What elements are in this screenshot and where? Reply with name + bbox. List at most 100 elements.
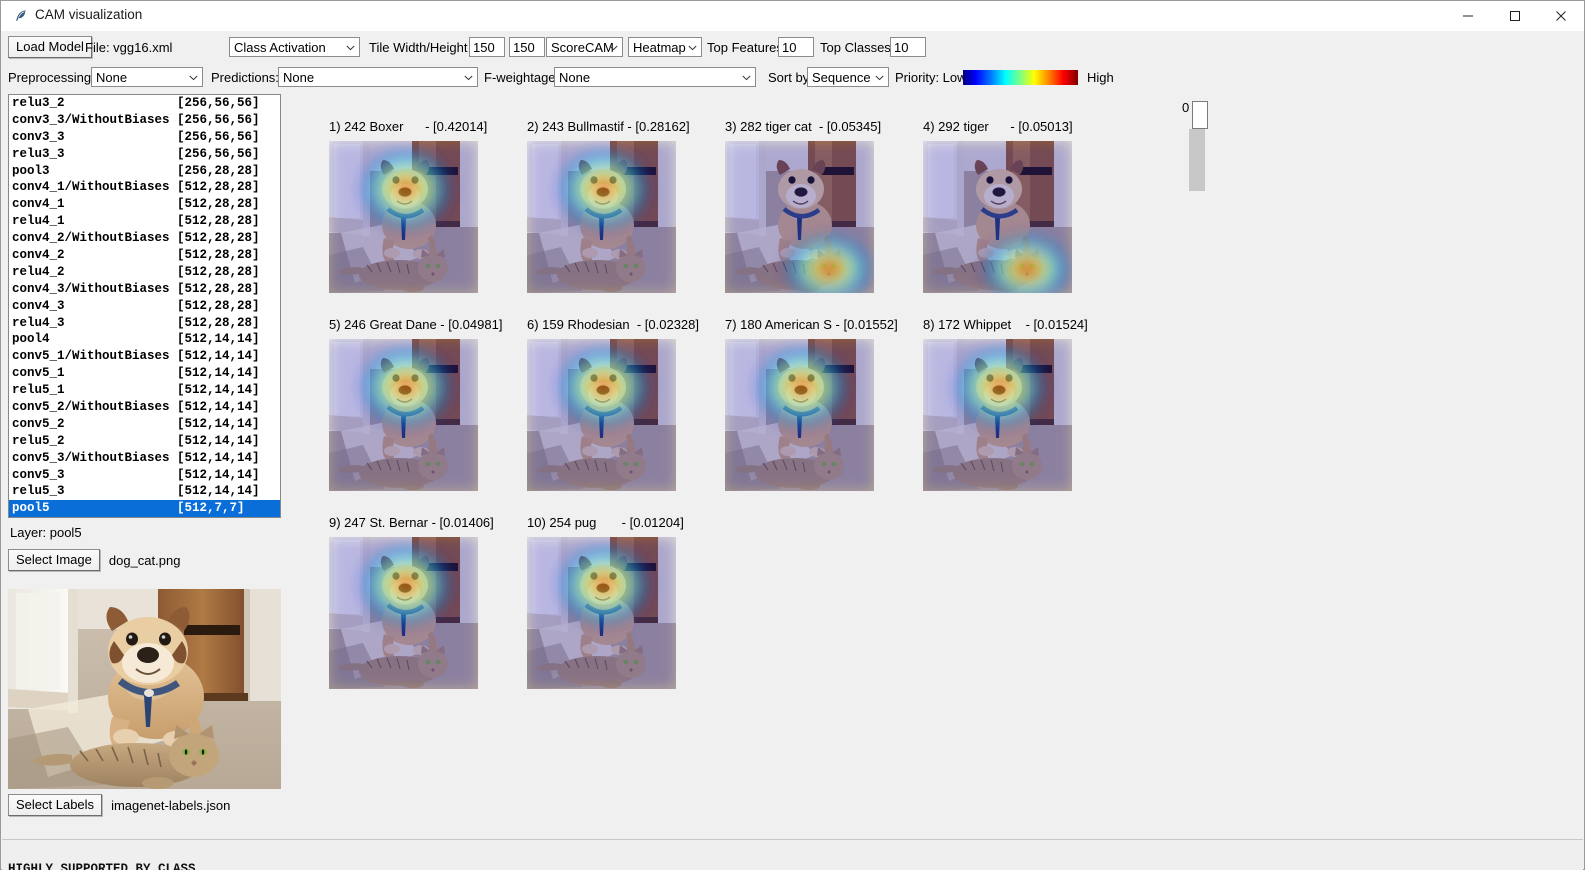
select-labels-button[interactable]: Select Labels [8, 794, 103, 816]
load-model-button[interactable]: Load Model [8, 36, 92, 58]
layer-shape: [512,14,14] [177, 467, 260, 482]
layer-list-item[interactable]: conv5_2/WithoutBiases [512,14,14] [9, 399, 280, 416]
algorithm-select[interactable]: ScoreCAM [546, 37, 623, 57]
model-file-label: File: vgg16.xml [85, 39, 173, 55]
page-spinner-value: 0 [1182, 100, 1190, 115]
top-features-input[interactable]: 10 [778, 37, 814, 57]
cam-result-caption: 9) 247 St. Bernar - [0.01406] [329, 515, 494, 530]
layer-list-item[interactable]: conv5_2 [512,14,14] [9, 416, 280, 433]
page-spinner[interactable]: 0 [1182, 100, 1209, 129]
layer-shape: [512,14,14] [177, 332, 260, 347]
top-classes-input[interactable]: 10 [890, 37, 926, 57]
top-classes-label: Top Classes [820, 39, 891, 55]
page-spinner-buttons[interactable] [1192, 101, 1209, 129]
tile-height-input[interactable]: 150 [509, 37, 545, 57]
layer-list-item[interactable]: pool3 [256,28,28] [9, 163, 280, 180]
layer-list-item[interactable]: relu5_2 [512,14,14] [9, 433, 280, 450]
layer-spacer [170, 230, 178, 247]
layer-name: pool3 [12, 163, 50, 178]
cam-result-thumbnail[interactable] [923, 141, 1072, 293]
layer-spacer [170, 450, 178, 467]
fweightage-value: None [559, 70, 591, 85]
chevron-down-icon [609, 38, 618, 56]
layer-list-item[interactable]: conv4_3/WithoutBiases [512,28,28] [9, 281, 280, 298]
cam-mode-value: Class Activation [234, 40, 326, 55]
layer-shape: [256,28,28] [177, 163, 260, 178]
layer-list-item[interactable]: conv4_2/WithoutBiases [512,28,28] [9, 230, 280, 247]
layer-list-item[interactable]: conv3_3/WithoutBiases [256,56,56] [9, 112, 280, 129]
chevron-down-icon [346, 38, 355, 56]
layer-list-item[interactable]: conv5_3/WithoutBiases [512,14,14] [9, 450, 280, 467]
layer-list-item[interactable]: conv5_1 [512,14,14] [9, 365, 280, 382]
bottom-strip: HIGHLY_SUPPORTED_BY_CLASS [2, 839, 1583, 870]
priority-gradient-bar [963, 69, 1078, 85]
layer-list-item[interactable]: conv4_2 [512,28,28] [9, 247, 280, 264]
layer-list-item[interactable]: relu4_3 [512,28,28] [9, 315, 280, 332]
display-mode-select[interactable]: Heatmap [628, 37, 702, 57]
source-image-preview[interactable] [8, 589, 281, 789]
layer-spacer [65, 146, 178, 163]
layer-list-item[interactable]: relu4_2 [512,28,28] [9, 264, 280, 281]
layer-list-item[interactable]: relu5_1 [512,14,14] [9, 382, 280, 399]
sort-by-value: Sequence [812, 70, 871, 85]
layer-name: relu4_2 [12, 264, 65, 279]
cam-result-thumbnail[interactable] [923, 339, 1072, 491]
layer-list-item[interactable]: conv3_3 [256,56,56] [9, 129, 280, 146]
layer-list-item[interactable]: relu3_2 [256,56,56] [9, 95, 280, 112]
selected-labels-name: imagenet-labels.json [111, 797, 231, 813]
cam-mode-select[interactable]: Class Activation [229, 37, 360, 57]
layer-name: relu5_3 [12, 484, 65, 499]
layer-list-item[interactable]: relu3_3 [256,56,56] [9, 146, 280, 163]
layer-name: relu3_3 [12, 146, 65, 161]
select-image-button[interactable]: Select Image [8, 549, 100, 571]
layer-name: conv5_3 [12, 467, 65, 482]
cam-result-caption: 2) 243 Bullmastif - [0.28162] [527, 119, 690, 134]
cam-result-thumbnail[interactable] [725, 141, 874, 293]
layer-list-item[interactable]: pool4 [512,14,14] [9, 331, 280, 348]
layer-spacer [65, 129, 178, 146]
layer-shape: [512,28,28] [177, 231, 260, 246]
layer-spacer [65, 95, 178, 112]
selected-image-name: dog_cat.png [108, 552, 181, 568]
layer-shape: [512,14,14] [177, 416, 260, 431]
cam-result-thumbnail[interactable] [527, 339, 676, 491]
chevron-down-icon [688, 38, 697, 56]
select-labels-row: Select Labels imagenet-labels.json [8, 794, 230, 816]
tile-width-input[interactable]: 150 [469, 37, 505, 57]
layer-spacer [170, 399, 178, 416]
sort-by-select[interactable]: Sequence [807, 67, 889, 87]
chevron-down-icon [464, 68, 473, 86]
preprocessing-select[interactable]: None [91, 67, 203, 87]
layer-shape: [512,28,28] [177, 315, 260, 330]
close-button[interactable] [1538, 1, 1584, 31]
cam-result-thumbnail[interactable] [527, 537, 676, 689]
preprocessing-label: Preprocessing [8, 69, 92, 85]
chevron-down-icon [742, 68, 751, 86]
layer-list-item[interactable]: conv4_1 [512,28,28] [9, 196, 280, 213]
minimize-button[interactable] [1445, 1, 1491, 31]
cam-result-thumbnail[interactable] [329, 339, 478, 491]
layer-list-item[interactable]: conv5_1/WithoutBiases [512,14,14] [9, 348, 280, 365]
layer-list-item[interactable]: conv4_1/WithoutBiases [512,28,28] [9, 179, 280, 196]
priority-high-label: High [1087, 69, 1114, 85]
layer-list-item[interactable]: conv4_3 [512,28,28] [9, 298, 280, 315]
maximize-button[interactable] [1492, 1, 1538, 31]
predictions-select[interactable]: None [278, 67, 478, 87]
page-scroll-track[interactable] [1189, 129, 1205, 191]
layer-name: conv5_1 [12, 366, 65, 381]
cam-result-thumbnail[interactable] [527, 141, 676, 293]
cam-result-thumbnail[interactable] [329, 537, 478, 689]
layer-name: conv4_2 [12, 248, 65, 263]
layer-list-item[interactable]: conv5_3 [512,14,14] [9, 467, 280, 484]
layer-list-item[interactable]: relu5_3 [512,14,14] [9, 483, 280, 500]
layer-list-item[interactable]: pool5 [512,7,7] [9, 500, 280, 517]
layer-spacer [65, 433, 178, 450]
cam-result-caption: 6) 159 Rhodesian - [0.02328] [527, 317, 700, 332]
fweightage-select[interactable]: None [554, 67, 756, 87]
cam-result-thumbnail[interactable] [329, 141, 478, 293]
cam-result-thumbnail[interactable] [725, 339, 874, 491]
layer-list[interactable]: relu3_2 [256,56,56] conv3_3/WithoutBiases… [8, 94, 281, 518]
layer-list-item[interactable]: relu4_1 [512,28,28] [9, 213, 280, 230]
layer-shape: [512,28,28] [177, 180, 260, 195]
layer-shape: [512,14,14] [177, 433, 260, 448]
